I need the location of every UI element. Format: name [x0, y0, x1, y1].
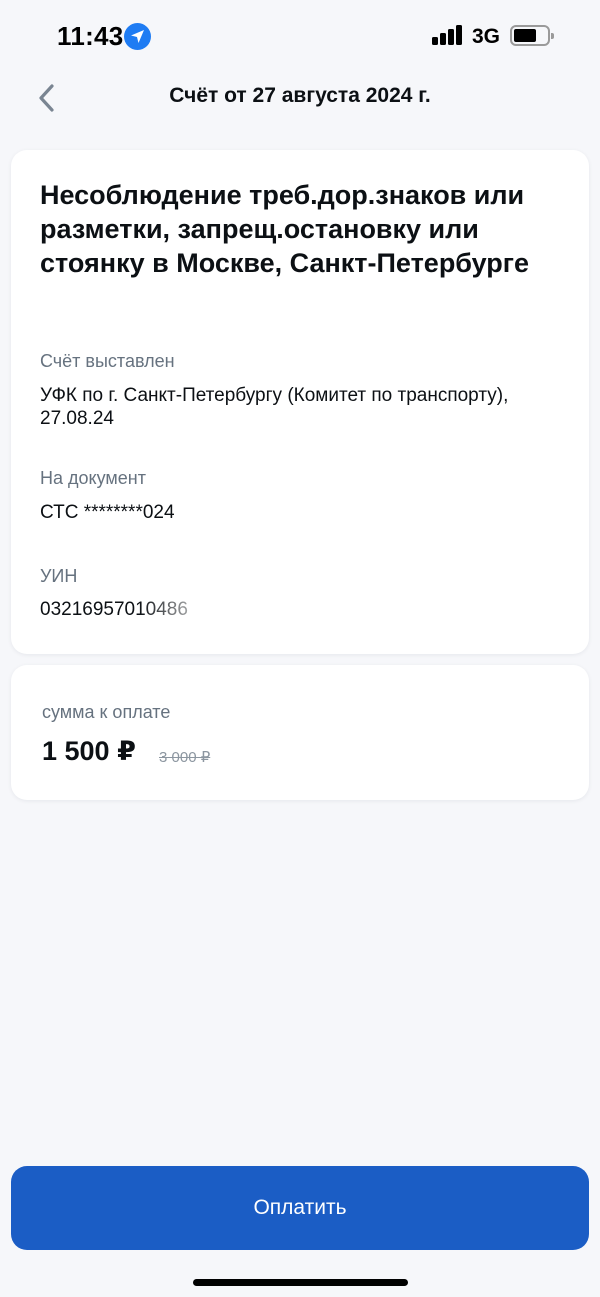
battery-icon [510, 25, 554, 46]
document-value: СТС ********024 [40, 502, 175, 523]
location-arrow-icon [124, 23, 151, 50]
header: Счёт от 27 августа 2024 г. [0, 70, 600, 130]
pay-button[interactable]: Оплатить [11, 1166, 589, 1250]
document-label: На документ [40, 468, 146, 488]
status-time: 11:43 [57, 21, 124, 51]
network-type: 3G [472, 25, 501, 48]
old-sum-amount: 3 000 ₽ [159, 749, 211, 766]
pay-button-label: Оплатить [253, 1196, 347, 1219]
uin-label: УИН [40, 566, 78, 586]
page-title: Счёт от 27 августа 2024 г. [169, 84, 431, 107]
issued-by-value: УФК по г. Санкт-Петербургу (Комитет по т… [40, 385, 509, 429]
home-indicator [193, 1279, 408, 1286]
sum-label: сумма к оплате [42, 702, 171, 722]
signal-icon [432, 25, 463, 45]
fine-title: Несоблюдение треб.дор.знаков или разметк… [40, 180, 530, 278]
status-bar: 11:43 3G [0, 0, 600, 70]
payment-sum-card: сумма к оплате 1 500 ₽ 3 000 ₽ [11, 665, 589, 800]
invoice-screen: 11:43 3G Счёт от 27 августа 2024 г. Несо… [0, 0, 600, 1297]
issued-by-label: Счёт выставлен [40, 351, 175, 371]
sum-amount: 1 500 ₽ [42, 736, 136, 766]
uin-value: 03216957010486 [40, 599, 188, 620]
invoice-details-card: Несоблюдение треб.дор.знаков или разметк… [11, 150, 589, 654]
